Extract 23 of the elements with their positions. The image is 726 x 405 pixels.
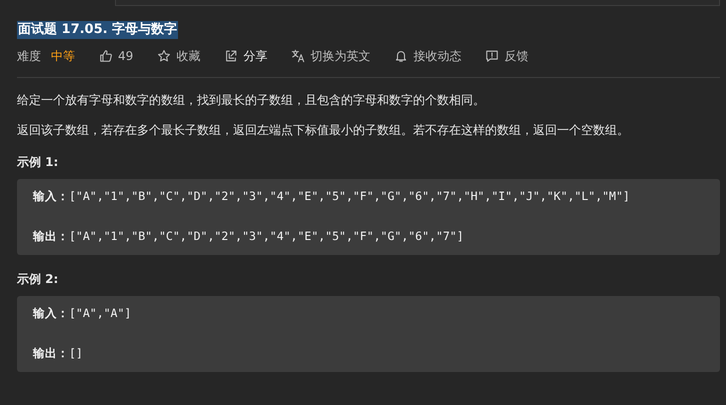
bell-icon [394, 49, 408, 63]
translate-icon [291, 49, 306, 63]
star-icon [157, 49, 172, 63]
share-action[interactable]: 分享 [224, 48, 268, 64]
feedback-action[interactable]: 反馈 [485, 48, 528, 64]
example-heading: 示例 2: [17, 271, 60, 287]
example-heading: 示例 1: [17, 154, 60, 170]
like-action[interactable]: 49 [99, 49, 134, 63]
difficulty-label: 难度 [17, 48, 41, 64]
code-line: 输出：["A","1","B","C","D","2","3","4","E","5","F","G","6","7"] [33, 228, 465, 244]
code-line: 输入：["A","1","B","C","D","2","3","4","E","5","F","G","6","7","H","I","J","K","L","M"] [33, 188, 631, 204]
description-text: 给定一个放有字母和数字的数组，找到最长的子数组，且包含的字母和数字的个数相同。 [17, 92, 486, 108]
feedback-icon [485, 49, 500, 63]
thumbs-up-icon [99, 49, 113, 63]
code-line: 输出：[] [33, 345, 84, 361]
description-text: 返回该子数组，若存在多个最长子数组，返回左端点下标值最小的子数组。若不存在这样的数组，返回一个空数组。 [17, 122, 630, 138]
code-line: 输入：["A","A"] [33, 305, 132, 321]
bell-action[interactable]: 接收动态 [394, 48, 462, 64]
share-icon [224, 49, 238, 63]
star-action[interactable]: 收藏 [157, 48, 200, 64]
problem-title: 面试题 17.05. 字母与数字 [17, 21, 178, 39]
translate-action[interactable]: 切换为英文 [291, 48, 370, 64]
difficulty-value: 中等 [51, 48, 75, 64]
